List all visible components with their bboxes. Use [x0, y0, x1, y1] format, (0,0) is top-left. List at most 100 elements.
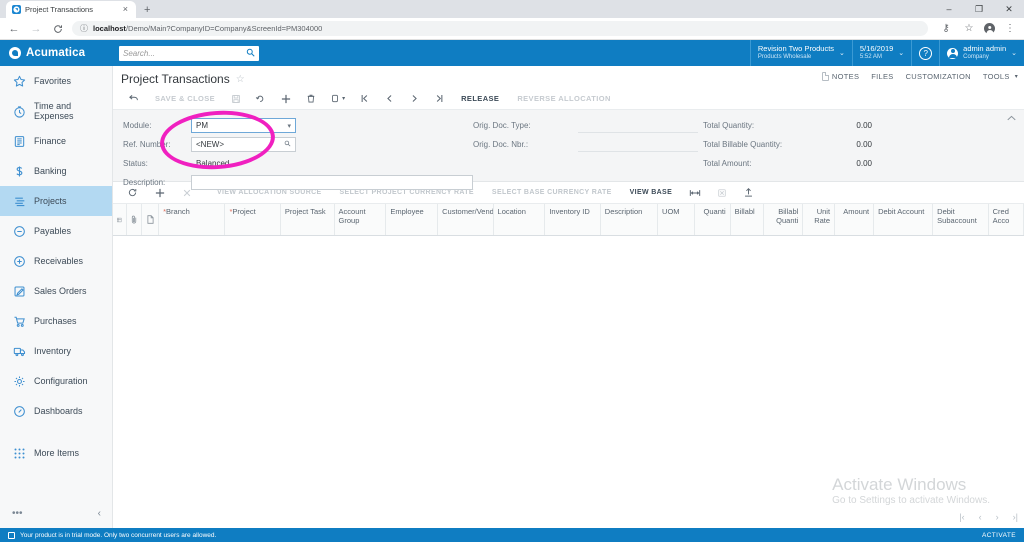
grid-column-debit-account[interactable]: Debit Account [874, 204, 934, 235]
sidebar-item-favorites[interactable]: Favorites [0, 66, 112, 96]
tools-label: TOOLS [982, 72, 1010, 81]
address-bar[interactable]: ⓘ localhost/Demo/Main?CompanyID=Company&… [72, 21, 928, 36]
sidebar-item-finance[interactable]: Finance [0, 126, 112, 156]
grid-column-employee[interactable]: Employee [386, 204, 439, 235]
reload-icon[interactable] [50, 21, 66, 37]
sidebar-item-purchases[interactable]: Purchases [0, 306, 112, 336]
maximize-icon[interactable]: ❐ [964, 0, 994, 18]
module-select[interactable]: PM ▾ [191, 118, 296, 133]
delete-button[interactable] [299, 88, 323, 110]
favorite-star-icon[interactable]: ☆ [236, 74, 245, 85]
search-icon[interactable] [246, 48, 255, 59]
grid-column-amount[interactable]: Amount [835, 204, 875, 235]
site-info-icon[interactable]: ⓘ [80, 23, 88, 34]
grid-column-location[interactable]: Location [494, 204, 546, 235]
company-selector[interactable]: Revision Two Products Products Wholesale… [749, 40, 852, 66]
tools-button[interactable]: TOOLS ▾ [983, 72, 1018, 81]
next-record-button[interactable] [402, 88, 427, 110]
grid-column-credit-account[interactable]: Cred Acco [989, 204, 1024, 235]
search-input[interactable] [123, 48, 246, 58]
sidebar: Favorites Time and Expenses Finance Bank… [0, 66, 113, 528]
chevron-down-icon[interactable]: ⌄ [898, 49, 904, 57]
user-menu[interactable]: admin admin Company ⌄ [939, 40, 1024, 66]
sidebar-item-more-items[interactable]: More Items [0, 438, 112, 468]
copy-paste-button[interactable]: ▾ [323, 88, 352, 110]
pager-last-button[interactable]: ›| [1013, 512, 1018, 522]
chevron-down-icon[interactable]: ▾ [287, 122, 291, 130]
tab-close-icon[interactable]: × [121, 5, 130, 14]
customization-button[interactable]: CUSTOMIZATION [906, 72, 971, 81]
new-tab-icon[interactable]: + [144, 4, 150, 18]
sidebar-item-sales-orders[interactable]: Sales Orders [0, 276, 112, 306]
password-key-icon[interactable]: ⚷ [938, 21, 954, 37]
grid-column-billable[interactable]: Billabl [731, 204, 765, 235]
back-icon[interactable]: ← [6, 21, 22, 37]
help-button[interactable]: ? [911, 40, 939, 66]
lookup-search-icon[interactable] [284, 140, 291, 149]
sidebar-item-inventory[interactable]: Inventory [0, 336, 112, 366]
global-search[interactable] [119, 45, 259, 61]
grid-column-inventory-id[interactable]: Inventory ID [545, 204, 601, 235]
sidebar-item-time-and-expenses[interactable]: Time and Expenses [0, 96, 112, 126]
total-quantity-label: Total Quantity: [703, 121, 755, 130]
grid-column-debit-subaccount[interactable]: Debit Subaccount [933, 204, 989, 235]
window-close-icon[interactable]: ✕ [994, 0, 1024, 18]
browser-tab-title: Project Transactions [25, 5, 93, 14]
sidebar-item-configuration[interactable]: Configuration [0, 366, 112, 396]
grid-column-project[interactable]: *Project [225, 204, 281, 235]
grid-column-account-group[interactable]: Account Group [335, 204, 387, 235]
first-record-button[interactable] [352, 88, 377, 110]
bookmark-star-icon[interactable]: ☆ [961, 21, 977, 37]
sidebar-item-projects[interactable]: Projects [0, 186, 112, 216]
pager-first-button[interactable]: |‹ [959, 512, 964, 522]
minimize-icon[interactable]: – [934, 0, 964, 18]
sidebar-item-receivables[interactable]: Receivables [0, 246, 112, 276]
business-date: 5/16/2019 [859, 44, 894, 54]
activate-link[interactable]: ACTIVATE [982, 532, 1016, 539]
description-input[interactable] [191, 175, 473, 190]
browser-tab[interactable]: Project Transactions × [6, 1, 136, 18]
grid-column-project-task[interactable]: Project Task [281, 204, 335, 235]
grid-body[interactable] [113, 236, 1024, 516]
collapse-section-icon[interactable] [1007, 113, 1016, 123]
grid-column-branch[interactable]: *Branch [159, 204, 226, 235]
notes-button[interactable]: NOTES [821, 72, 859, 81]
chevron-down-icon[interactable]: ⌄ [1011, 49, 1017, 57]
app-logo[interactable]: Acumatica [0, 40, 113, 66]
previous-record-button[interactable] [377, 88, 402, 110]
release-button[interactable]: RELEASE [452, 88, 508, 110]
back-button[interactable] [121, 88, 146, 110]
files-button[interactable]: FILES [871, 72, 893, 81]
pager-prev-button[interactable]: ‹ [979, 512, 982, 522]
page-title: Project Transactions [121, 72, 230, 86]
help-icon: ? [919, 46, 933, 60]
grid-column-uom[interactable]: UOM [658, 204, 696, 235]
ref-number-input[interactable]: <NEW> [191, 137, 296, 152]
sidebar-more-icon[interactable]: ••• [12, 508, 23, 519]
profile-avatar-icon[interactable] [984, 23, 995, 34]
grid-column-unit-rate[interactable]: Unit Rate [803, 204, 836, 235]
grid-column-label: Debit Account [878, 207, 925, 216]
chevron-down-icon[interactable]: ⌄ [839, 49, 845, 57]
add-new-record-button[interactable] [273, 88, 299, 110]
business-date-selector[interactable]: 5/16/2019 5:52 AM ⌄ [851, 40, 911, 66]
sidebar-item-label: More Items [34, 448, 80, 458]
last-record-button[interactable] [427, 88, 452, 110]
column-settings-icon[interactable] [113, 204, 127, 235]
sidebar-item-payables[interactable]: Payables [0, 216, 112, 246]
undo-button[interactable] [248, 88, 273, 110]
grid-column-label: Billabl [734, 207, 755, 216]
sidebar-item-dashboards[interactable]: Dashboards [0, 396, 112, 426]
browser-menu-icon[interactable]: ⋮ [1002, 21, 1018, 37]
trial-status-bar: Your product is in trial mode. Only two … [0, 528, 1024, 542]
sidebar-collapse-icon[interactable]: ‹ [98, 508, 101, 519]
pager-next-button[interactable]: › [996, 512, 999, 522]
grid-column-billable-quantity[interactable]: Billabl Quanti [764, 204, 804, 235]
grid-column-description[interactable]: Description [601, 204, 659, 235]
sidebar-item-banking[interactable]: Banking [0, 156, 112, 186]
grid-column-label: Billabl Quanti [776, 207, 799, 226]
chevron-down-icon[interactable]: ▾ [342, 95, 345, 102]
url-host: localhost [93, 24, 126, 33]
grid-column-quantity[interactable]: Quanti [695, 204, 731, 235]
grid-column-customer-vendor[interactable]: Customer/Vend [438, 204, 494, 235]
